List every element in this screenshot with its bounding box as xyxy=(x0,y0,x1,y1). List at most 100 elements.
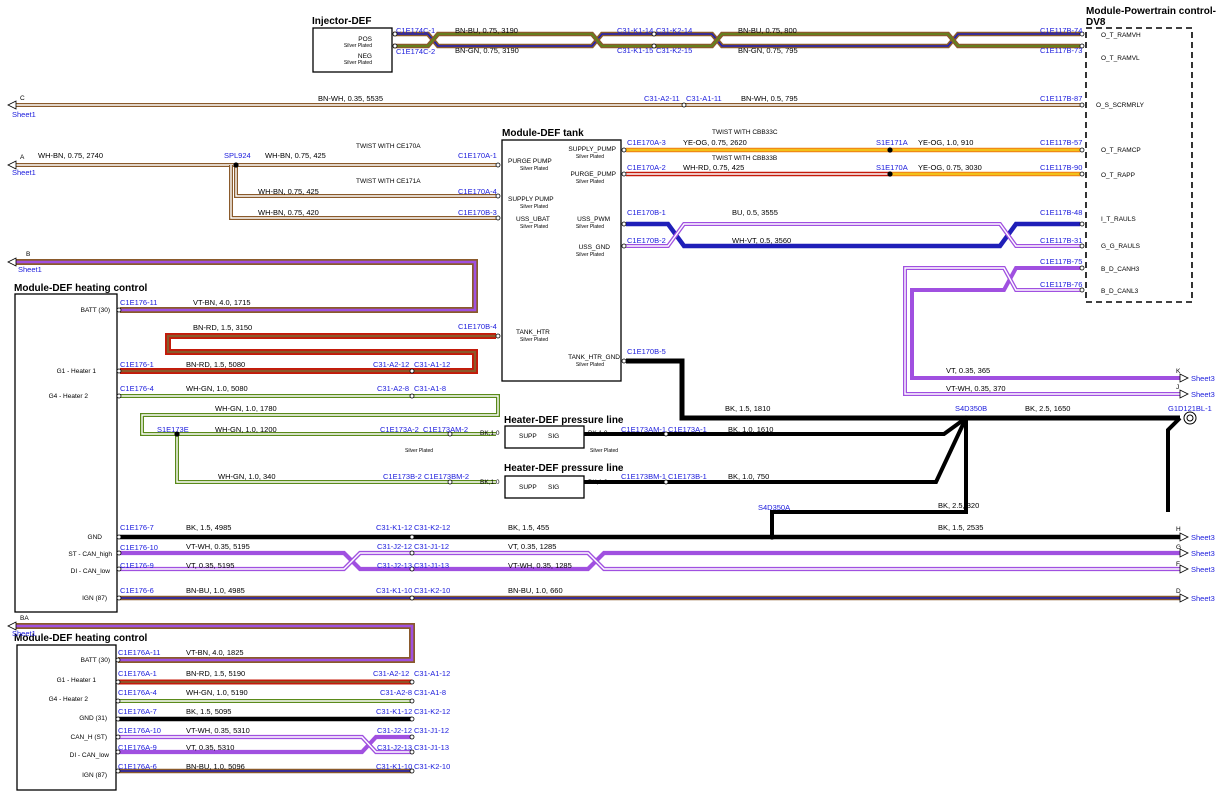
arrow-right-icon[interactable] xyxy=(1179,593,1189,603)
connector-label[interactable]: C31-K1-12 xyxy=(376,523,412,532)
connector-label[interactable]: C31-A2-12 xyxy=(373,669,409,678)
connector-label[interactable]: C31-A2-8 xyxy=(377,384,409,393)
connector-label[interactable]: C31-K2-15 xyxy=(656,46,692,55)
connector-label[interactable]: C1E117B-75 xyxy=(1040,257,1082,266)
ref-sheet[interactable]: Sheet1 xyxy=(12,110,36,119)
connector-label[interactable]: C31-K2-12 xyxy=(414,523,450,532)
connector-label[interactable]: C1E170B-1 xyxy=(627,208,666,217)
connector-label[interactable]: C1E170B-4 xyxy=(458,322,497,331)
connector-label[interactable]: C1E173AM-2 xyxy=(423,425,468,434)
splice-label[interactable]: S1E170A xyxy=(876,163,908,172)
connector-label[interactable]: C1E173BM-1 xyxy=(621,472,666,481)
connector-label[interactable]: C31-A1-12 xyxy=(414,360,450,369)
arrow-right-icon[interactable] xyxy=(1179,389,1189,399)
connector-label[interactable]: C1E176A-6 xyxy=(118,762,157,771)
connector-label[interactable]: C31-K2-10 xyxy=(414,762,450,771)
connector-label[interactable]: C31-J2-12 xyxy=(377,542,412,551)
connector-label[interactable]: C31-K1-10 xyxy=(376,586,412,595)
tank-title: Module-DEF tank xyxy=(502,128,584,139)
connector-label[interactable]: C1E170A-4 xyxy=(458,187,497,196)
connector-label[interactable]: C1E170B-3 xyxy=(458,208,497,217)
connector-label[interactable]: C1E176-11 xyxy=(120,298,157,307)
connector-label[interactable]: C31-A1-12 xyxy=(414,669,450,678)
splice-label[interactable]: S4D350B xyxy=(955,404,987,413)
connector-label[interactable]: C1E170A-1 xyxy=(458,151,497,160)
pl2-sig: SIG xyxy=(548,484,559,491)
splice-label[interactable]: SPL924 xyxy=(224,151,251,160)
connector-label[interactable]: C1E173B-2 xyxy=(383,472,422,481)
connector-label[interactable]: C31-A1-8 xyxy=(414,688,446,697)
connector-label[interactable]: C31-K1-14 xyxy=(617,26,653,35)
ref-sheet[interactable]: Sheet1 xyxy=(18,265,42,274)
connector-label[interactable]: C31-J1-13 xyxy=(414,561,449,570)
connector-label[interactable]: C31-A1-8 xyxy=(414,384,446,393)
connector-label[interactable]: C1E176-10 xyxy=(120,543,158,552)
connector-label[interactable]: C1E176A-10 xyxy=(118,726,161,735)
connector-label[interactable]: C1E170A-3 xyxy=(627,138,666,147)
connector-label[interactable]: C31-J2-12 xyxy=(377,726,412,735)
connector-label[interactable]: C1E173AM-1 xyxy=(621,425,666,434)
connector-label[interactable]: C1E174C-2 xyxy=(396,47,435,56)
connector-label[interactable]: C1E173A-1 xyxy=(668,425,707,434)
connector-label[interactable]: C31-K2-14 xyxy=(656,26,692,35)
connector-label[interactable]: C1E176A-4 xyxy=(118,688,157,697)
connector-label[interactable]: C31-A2-8 xyxy=(380,688,412,697)
ground-label[interactable]: G1D121BL-1 xyxy=(1168,404,1212,413)
connector-label[interactable]: C31-K1-12 xyxy=(376,707,412,716)
connector-label[interactable]: C31-K2-12 xyxy=(414,707,450,716)
connector-label[interactable]: C31-J2-13 xyxy=(377,743,412,752)
connector-label[interactable]: C1E176A-7 xyxy=(118,707,157,716)
connector-label[interactable]: C1E176-9 xyxy=(120,561,154,570)
arrow-right-icon[interactable] xyxy=(1179,564,1189,574)
connector-label[interactable]: C1E176-7 xyxy=(120,523,154,532)
connector-label[interactable]: C1E173BM-2 xyxy=(424,472,469,481)
ref-sheet[interactable]: Sheet3 xyxy=(1191,594,1215,603)
connector-label[interactable]: C31-K2-10 xyxy=(414,586,450,595)
splice-label[interactable]: S4D350A xyxy=(758,503,790,512)
ref-sheet[interactable]: Sheet3 xyxy=(1191,533,1215,542)
connector-label[interactable]: C1E176A-1 xyxy=(118,669,157,678)
connector-label[interactable]: C1E170B-2 xyxy=(627,236,666,245)
connector-label[interactable]: C1E117B-90 xyxy=(1040,163,1082,172)
arrow-right-icon[interactable] xyxy=(1179,548,1189,558)
connector-label[interactable]: C31-A2-11 xyxy=(644,94,680,103)
arrow-right-icon[interactable] xyxy=(1179,532,1189,542)
connector-label[interactable]: C1E174C-1 xyxy=(396,26,435,35)
connector-label[interactable]: C31-J1-12 xyxy=(414,542,449,551)
connector-label[interactable]: C1E173B-1 xyxy=(668,472,707,481)
connector-label[interactable]: C1E176-4 xyxy=(120,384,154,393)
connector-label[interactable]: C1E170A-2 xyxy=(627,163,666,172)
connector-label[interactable]: C1E173A-2 xyxy=(380,425,419,434)
connector-label[interactable]: C31-A2-12 xyxy=(373,360,409,369)
arrow-left-icon[interactable] xyxy=(7,100,17,110)
connector-label[interactable]: C1E117B-74 xyxy=(1040,26,1082,35)
ref-sheet[interactable]: Sheet1 xyxy=(12,168,36,177)
connector-label[interactable]: C31-K1-10 xyxy=(376,762,412,771)
connector-label[interactable]: C1E176-1 xyxy=(120,360,154,369)
splice-label[interactable]: S1E171A xyxy=(876,138,908,147)
ref-sheet[interactable]: Sheet3 xyxy=(1191,374,1215,383)
connector-label[interactable]: C31-J1-12 xyxy=(414,726,449,735)
connector-label[interactable]: C1E117B-48 xyxy=(1040,208,1082,217)
splice-label[interactable]: S1E173E xyxy=(157,425,189,434)
connector-label[interactable]: C1E117B-73 xyxy=(1040,46,1082,55)
connector-label[interactable]: C1E117B-87 xyxy=(1040,94,1082,103)
connector-label[interactable]: C1E176A-11 xyxy=(118,648,160,657)
connector-label[interactable]: C1E176A-9 xyxy=(118,743,157,752)
ref-sheet[interactable]: Sheet1 xyxy=(12,629,36,638)
connector-label[interactable]: C1E170B-5 xyxy=(627,347,666,356)
connector-label[interactable]: C1E117B-76 xyxy=(1040,280,1082,289)
arrow-left-icon[interactable] xyxy=(7,257,17,267)
ref-sheet[interactable]: Sheet3 xyxy=(1191,390,1215,399)
connector-label[interactable]: C31-J1-13 xyxy=(414,743,449,752)
connector-label[interactable]: C31-J2-13 xyxy=(377,561,412,570)
connector-label[interactable]: C1E176-6 xyxy=(120,586,154,595)
connector-label[interactable]: C31-A1-11 xyxy=(686,94,722,103)
connector-label[interactable]: C1E117B-57 xyxy=(1040,138,1082,147)
arrow-right-icon[interactable] xyxy=(1179,373,1189,383)
connector-label[interactable]: C1E117B-31 xyxy=(1040,236,1082,245)
connector-label[interactable]: C31-K1-15 xyxy=(617,46,653,55)
ref-sheet[interactable]: Sheet3 xyxy=(1191,565,1215,574)
wire-label: VT-WH, 0.35, 370 xyxy=(946,384,1006,393)
ref-sheet[interactable]: Sheet3 xyxy=(1191,549,1215,558)
